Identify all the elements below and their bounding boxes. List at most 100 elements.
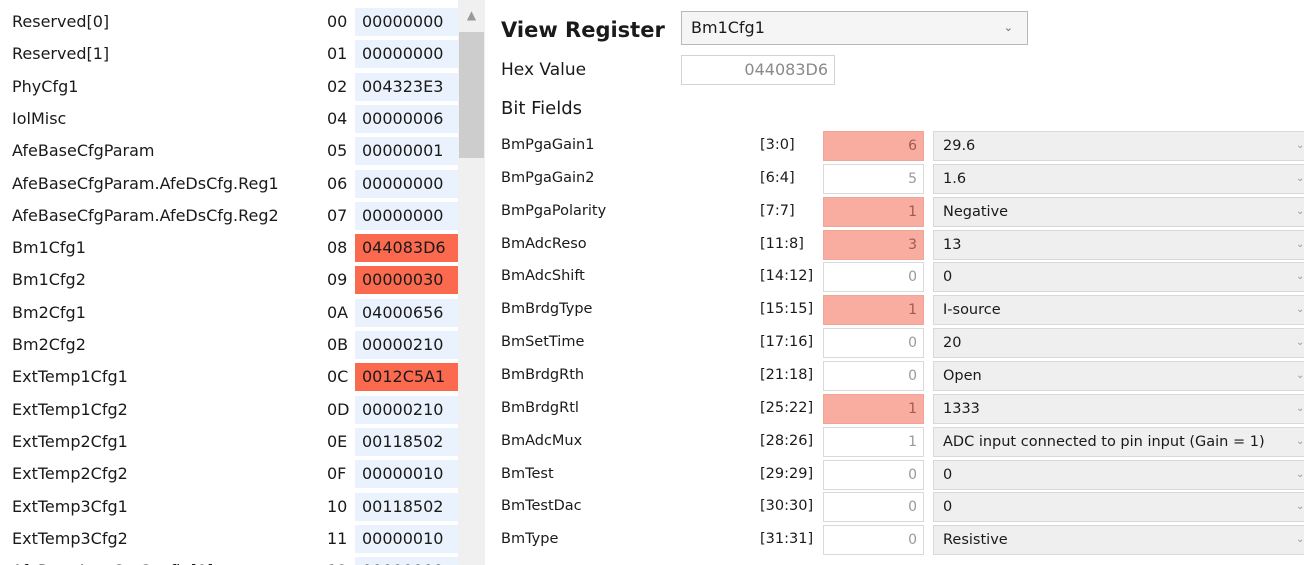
bit-field-name: BmBrdgRtl: [501, 399, 579, 416]
register-value[interactable]: 04000656: [355, 298, 458, 327]
bit-field-row: BmAdcShift [14:12] 0 0 ⌄: [501, 261, 1304, 294]
bit-field-option-dropdown[interactable]: 20 ⌄: [933, 328, 1304, 359]
register-value[interactable]: 00000006: [355, 104, 458, 133]
bit-field-row: BmTest [29:29] 0 0 ⌄: [501, 459, 1304, 492]
register-address: 06: [327, 173, 348, 193]
bit-field-option-dropdown[interactable]: Open ⌄: [933, 360, 1304, 391]
register-value[interactable]: 00000030: [355, 266, 458, 295]
bit-field-value-input[interactable]: 0: [823, 459, 924, 490]
bit-field-range: [21:18]: [760, 366, 814, 383]
register-row[interactable]: Bm1Cfg2 09 00000030: [0, 264, 458, 296]
register-row[interactable]: ExtTemp2Cfg2 0F 00000010: [0, 458, 458, 490]
register-value[interactable]: 00118502: [355, 492, 458, 521]
bit-field-name: BmAdcMux: [501, 432, 583, 449]
register-value[interactable]: 00118502: [355, 427, 458, 456]
register-value[interactable]: 0012C5A1: [355, 363, 458, 392]
register-row[interactable]: ExtTemp1Cfg1 0C 0012C5A1: [0, 361, 458, 393]
bit-field-value-input[interactable]: 1: [823, 196, 924, 227]
register-value[interactable]: 00000000: [355, 169, 458, 198]
register-address: 04: [327, 108, 348, 128]
view-register-title: View Register: [501, 18, 665, 42]
bit-field-value-input[interactable]: 1: [823, 426, 924, 457]
register-name: Reserved[1]: [12, 44, 110, 64]
register-list-scrollbar[interactable]: ▲: [458, 0, 485, 565]
register-row[interactable]: ExtTemp2Cfg1 0E 00118502: [0, 426, 458, 458]
register-address: 00: [327, 12, 348, 31]
register-value[interactable]: 00000210: [355, 331, 458, 359]
register-value[interactable]: 00000001: [355, 137, 458, 166]
register-row[interactable]: Reserved[1] 01 00000000: [0, 38, 458, 70]
register-address: 0F: [327, 464, 347, 484]
bit-field-range: [31:31]: [760, 531, 814, 548]
bit-field-option-dropdown[interactable]: 0 ⌄: [933, 262, 1304, 293]
bit-field-option-dropdown[interactable]: Resistive ⌄: [933, 525, 1304, 556]
register-value[interactable]: 004323E3: [355, 72, 458, 101]
bit-field-value-input[interactable]: 1: [823, 295, 924, 326]
bit-field-value-input[interactable]: 3: [823, 229, 924, 260]
bit-field-value-input[interactable]: 6: [823, 131, 924, 161]
register-value[interactable]: 00000010: [355, 524, 458, 553]
bit-field-value-input[interactable]: 0: [823, 525, 924, 556]
chevron-down-icon: ⌄: [1296, 140, 1304, 151]
register-row[interactable]: AfeBaseCfgParam 05 00000001: [0, 135, 458, 167]
bit-field-value-input[interactable]: 0: [823, 492, 924, 523]
register-name: AfeBaseCfgParam.AfeDsCfg.Reg2: [12, 205, 279, 225]
register-name: AfeBaseCfgParam: [12, 141, 155, 161]
register-row[interactable]: IolMisc 04 00000006: [0, 103, 458, 135]
register-value[interactable]: 00000010: [355, 460, 458, 489]
bit-field-range: [15:15]: [760, 301, 814, 318]
bit-fields-title: Bit Fields: [501, 98, 583, 119]
register-row[interactable]: PhyCfg1 02 004323E3: [0, 71, 458, 103]
bit-field-option-dropdown[interactable]: 29.6 ⌄: [933, 131, 1304, 161]
bit-field-row: BmTestDac [30:30] 0 0 ⌄: [501, 491, 1304, 524]
bit-field-range: [17:16]: [760, 334, 814, 351]
register-name: ExtTemp1Cfg2: [12, 399, 128, 419]
scroll-up-arrow-icon[interactable]: ▲: [458, 8, 485, 22]
register-row[interactable]: AfeBaseCfgParam.AfeDsCfg.Reg1 06 00000000: [0, 168, 458, 200]
scrollbar-thumb[interactable]: [459, 32, 484, 158]
bit-field-value-input[interactable]: 1: [823, 393, 924, 424]
register-value[interactable]: 00000000: [355, 557, 458, 565]
bit-field-value-input[interactable]: 0: [823, 262, 924, 293]
register-value[interactable]: 00000210: [355, 395, 458, 424]
bit-field-option-dropdown[interactable]: I-source ⌄: [933, 295, 1304, 326]
register-row[interactable]: AfeBaseCfgParam.AfeDsCfg.Reg2 07 00000000: [0, 200, 458, 232]
bit-field-option-label: 0: [943, 499, 953, 516]
register-value[interactable]: 00000000: [355, 8, 458, 36]
bit-field-value-input[interactable]: 0: [823, 328, 924, 359]
bit-field-option-dropdown[interactable]: ADC input connected to pin input (Gain =…: [933, 426, 1304, 457]
register-address: 07: [327, 205, 348, 225]
bit-field-option-dropdown[interactable]: 1.6 ⌄: [933, 163, 1304, 194]
bit-field-option-dropdown[interactable]: 0 ⌄: [933, 459, 1304, 490]
register-value[interactable]: 044083D6: [355, 234, 458, 263]
bit-field-option-label: 1.6: [943, 170, 967, 187]
register-row[interactable]: AfeRegsAna.CmConfig[0] 12 00000000: [0, 555, 458, 565]
bit-field-option-dropdown[interactable]: Negative ⌄: [933, 196, 1304, 227]
bit-field-range: [14:12]: [760, 268, 814, 285]
register-row[interactable]: Bm2Cfg2 0B 00000210: [0, 329, 458, 361]
register-name: Bm2Cfg2: [12, 335, 86, 354]
bit-field-value-input[interactable]: 5: [823, 163, 924, 194]
bit-field-name: BmAdcShift: [501, 268, 585, 285]
bit-field-value-input[interactable]: 0: [823, 360, 924, 391]
register-name: Reserved[0]: [12, 12, 110, 31]
bit-field-range: [30:30]: [760, 498, 814, 515]
register-row[interactable]: ExtTemp1Cfg2 0D 00000210: [0, 394, 458, 426]
bit-field-option-label: Resistive: [943, 532, 1008, 549]
bit-field-option-dropdown[interactable]: 1333 ⌄: [933, 393, 1304, 424]
register-row[interactable]: Bm2Cfg1 0A 04000656: [0, 297, 458, 329]
hex-value-field[interactable]: 044083D6: [681, 55, 835, 85]
register-select-dropdown[interactable]: Bm1Cfg1 ⌄: [681, 11, 1028, 45]
bit-field-option-dropdown[interactable]: 0 ⌄: [933, 492, 1304, 523]
register-list[interactable]: Reserved[0] 00 00000000 Reserved[1] 01 000000…: [0, 0, 488, 565]
register-row[interactable]: Bm1Cfg1 08 044083D6: [0, 232, 458, 264]
register-value[interactable]: 00000000: [355, 40, 458, 69]
register-row[interactable]: Reserved[0] 00 00000000: [0, 6, 458, 38]
register-row[interactable]: ExtTemp3Cfg2 11 00000010: [0, 523, 458, 555]
register-address: 0B: [327, 335, 349, 354]
bit-field-option-dropdown[interactable]: 13 ⌄: [933, 229, 1304, 260]
bit-field-option-label: Negative: [943, 203, 1009, 220]
bit-field-range: [25:22]: [760, 399, 814, 416]
register-value[interactable]: 00000000: [355, 201, 458, 230]
register-row[interactable]: ExtTemp3Cfg1 10 00118502: [0, 491, 458, 523]
